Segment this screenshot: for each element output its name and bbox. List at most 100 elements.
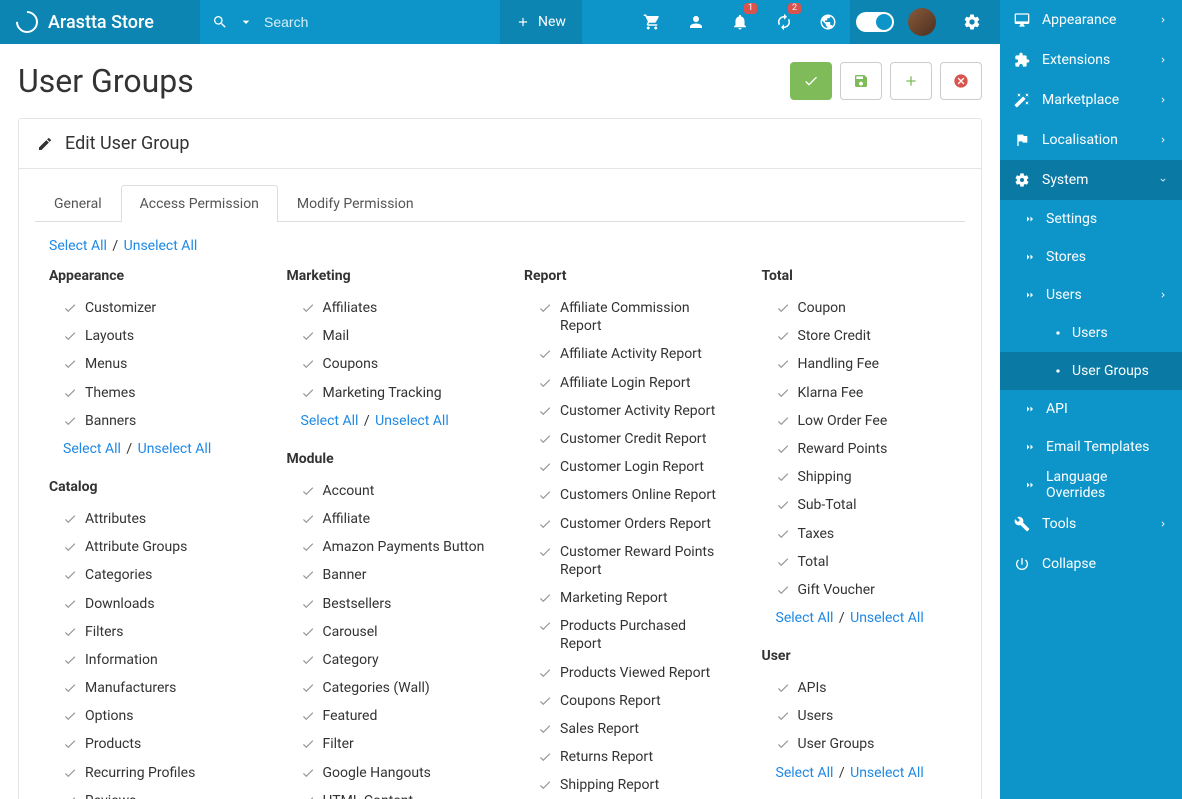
toggle-switch[interactable] [856, 12, 894, 32]
perm-item[interactable]: Customer Credit Report [524, 425, 728, 453]
perm-item[interactable]: Featured [287, 702, 491, 730]
perm-item[interactable]: Marketing Tracking [287, 379, 491, 407]
sidebar-item-collapse[interactable]: Collapse [1000, 544, 1182, 584]
perm-item[interactable]: Amazon Payments Button [287, 533, 491, 561]
perm-item[interactable]: Mail [287, 322, 491, 350]
perm-item[interactable]: Products [49, 730, 253, 758]
perm-item[interactable]: Categories [49, 561, 253, 589]
notifications-button[interactable]: 1 [718, 0, 762, 44]
sidebar-item-stores[interactable]: Stores [1000, 238, 1182, 276]
sidebar-item-extensions[interactable]: Extensions [1000, 40, 1182, 80]
sidebar-item-localisation[interactable]: Localisation [1000, 120, 1182, 160]
perm-item[interactable]: User Groups [762, 730, 966, 758]
user-button[interactable] [674, 0, 718, 44]
unselect-all-link[interactable]: Unselect All [850, 610, 924, 626]
perm-item[interactable]: Attribute Groups [49, 533, 253, 561]
perm-item[interactable]: Affiliates [287, 294, 491, 322]
sidebar-item-email-templates[interactable]: Email Templates [1000, 428, 1182, 466]
sidebar-item-user-groups[interactable]: User Groups [1000, 352, 1182, 390]
perm-item[interactable]: Total [762, 548, 966, 576]
sidebar-item-users[interactable]: Users [1000, 314, 1182, 352]
perm-item[interactable]: Products Purchased Report [524, 612, 728, 658]
select-all-link[interactable]: Select All [301, 413, 359, 429]
perm-item[interactable]: Users [762, 702, 966, 730]
perm-item[interactable]: Customer Orders Report [524, 510, 728, 538]
perm-item[interactable]: Google Hangouts [287, 759, 491, 787]
unselect-all-link[interactable]: Unselect All [850, 765, 924, 781]
cart-button[interactable] [630, 0, 674, 44]
perm-item[interactable]: Layouts [49, 322, 253, 350]
perm-item[interactable]: Products Viewed Report [524, 659, 728, 687]
sidebar-item-api[interactable]: API [1000, 390, 1182, 428]
unselect-all-link[interactable]: Unselect All [138, 441, 212, 457]
perm-item[interactable]: Handling Fee [762, 350, 966, 378]
perm-item[interactable]: Sales Report [524, 715, 728, 743]
new-button[interactable]: New [500, 0, 582, 44]
sidebar-item-system[interactable]: System [1000, 160, 1182, 200]
perm-item[interactable]: Banners [49, 407, 253, 435]
perm-item[interactable]: Recurring Profiles [49, 759, 253, 787]
tab-modify-permission[interactable]: Modify Permission [278, 185, 433, 222]
search-input[interactable] [264, 14, 464, 30]
perm-item[interactable]: Low Order Fee [762, 407, 966, 435]
settings-button[interactable] [950, 0, 994, 44]
perm-item[interactable]: Affiliate Login Report [524, 369, 728, 397]
perm-item[interactable]: Affiliate Commission Report [524, 294, 728, 340]
perm-item[interactable]: HTML Content [287, 787, 491, 799]
perm-item[interactable]: Store Credit [762, 322, 966, 350]
sidebar-item-language-overrides[interactable]: Language Overrides [1000, 466, 1182, 504]
perm-item[interactable]: Taxes [762, 520, 966, 548]
perm-item[interactable]: Customer Activity Report [524, 397, 728, 425]
sidebar-item-users[interactable]: Users [1000, 276, 1182, 314]
perm-item[interactable]: Customers Online Report [524, 481, 728, 509]
perm-item[interactable]: Coupons [287, 350, 491, 378]
perm-item[interactable]: Information [49, 646, 253, 674]
sidebar-item-appearance[interactable]: Appearance [1000, 0, 1182, 40]
perm-item[interactable]: Attributes [49, 505, 253, 533]
select-all-link[interactable]: Select All [776, 765, 834, 781]
perm-item[interactable]: Customer Login Report [524, 453, 728, 481]
perm-item[interactable]: Affiliate Activity Report [524, 340, 728, 368]
perm-item[interactable]: Banner [287, 561, 491, 589]
perm-item[interactable]: Marketing Report [524, 584, 728, 612]
perm-item[interactable]: Filters [49, 618, 253, 646]
tab-access-permission[interactable]: Access Permission [121, 185, 278, 222]
save-button[interactable] [840, 62, 882, 100]
unselect-all-link[interactable]: Unselect All [124, 238, 198, 254]
perm-item[interactable]: Sub-Total [762, 491, 966, 519]
perm-item[interactable]: Options [49, 702, 253, 730]
perm-item[interactable]: Manufacturers [49, 674, 253, 702]
perm-item[interactable]: Customizer [49, 294, 253, 322]
perm-item[interactable]: Downloads [49, 590, 253, 618]
perm-item[interactable]: Reward Points [762, 435, 966, 463]
brand[interactable]: Arastta Store [0, 0, 200, 44]
search-caret-icon[interactable] [238, 14, 254, 30]
perm-item[interactable]: Klarna Fee [762, 379, 966, 407]
perm-item[interactable]: APIs [762, 674, 966, 702]
select-all-link[interactable]: Select All [776, 610, 834, 626]
sidebar-item-tools[interactable]: Tools [1000, 504, 1182, 544]
search-icon[interactable] [212, 14, 228, 30]
perm-item[interactable]: Account [287, 477, 491, 505]
perm-item[interactable]: Shipping Report [524, 771, 728, 799]
perm-item[interactable]: Categories (Wall) [287, 674, 491, 702]
perm-item[interactable]: Coupons Report [524, 687, 728, 715]
perm-item[interactable]: Coupon [762, 294, 966, 322]
perm-item[interactable]: Reviews [49, 787, 253, 799]
select-all-link[interactable]: Select All [63, 441, 121, 457]
sidebar-item-marketplace[interactable]: Marketplace [1000, 80, 1182, 120]
delete-button[interactable] [940, 62, 982, 100]
perm-item[interactable]: Carousel [287, 618, 491, 646]
perm-item[interactable]: Menus [49, 350, 253, 378]
avatar[interactable] [908, 8, 936, 36]
save-apply-button[interactable] [790, 62, 832, 100]
perm-item[interactable]: Themes [49, 379, 253, 407]
select-all-link[interactable]: Select All [49, 238, 107, 254]
sidebar-item-settings[interactable]: Settings [1000, 200, 1182, 238]
perm-item[interactable]: Bestsellers [287, 590, 491, 618]
unselect-all-link[interactable]: Unselect All [375, 413, 449, 429]
perm-item[interactable]: Category [287, 646, 491, 674]
perm-item[interactable]: Filter [287, 730, 491, 758]
perm-item[interactable]: Returns Report [524, 743, 728, 771]
perm-item[interactable]: Gift Voucher [762, 576, 966, 604]
